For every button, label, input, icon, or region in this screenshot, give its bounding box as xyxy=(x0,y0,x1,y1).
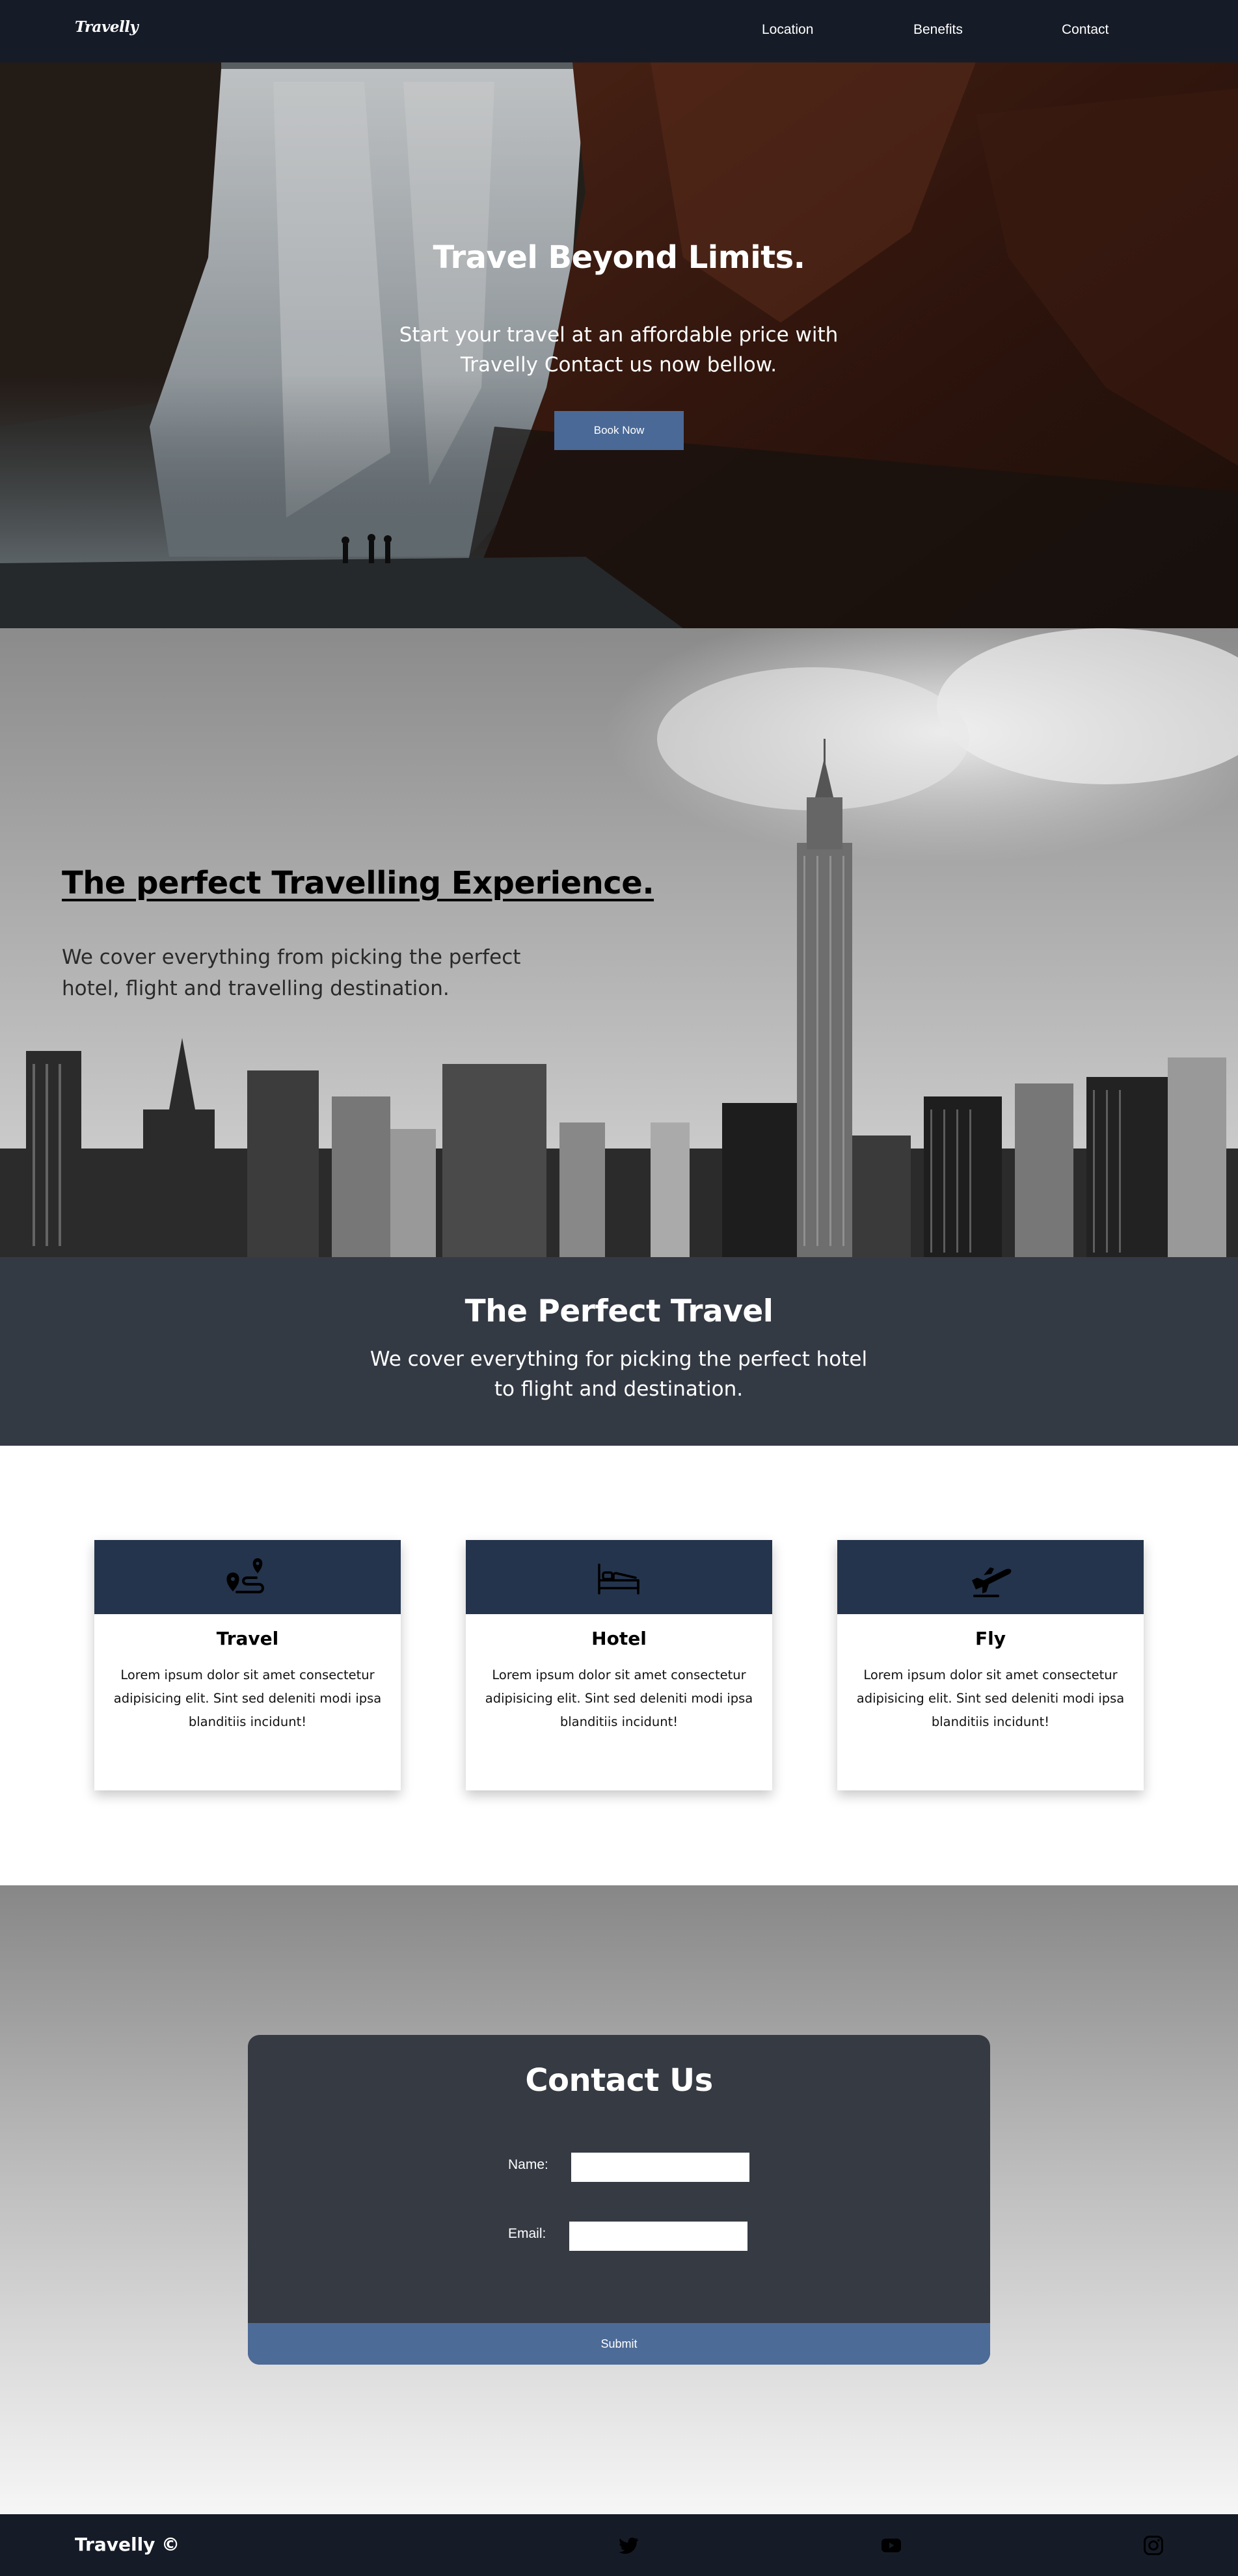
band-title: The Perfect Travel xyxy=(464,1294,774,1329)
hero-section: Travel Beyond Limits. Start your travel … xyxy=(0,62,1238,628)
instagram-icon[interactable] xyxy=(1142,2534,1165,2557)
card-header xyxy=(466,1540,772,1614)
experience-text: We cover everything from picking the per… xyxy=(62,946,521,1000)
card-title: Hotel xyxy=(591,1628,647,1649)
feature-card-travel: Travel Lorem ipsum dolor sit amet consec… xyxy=(94,1540,401,1790)
contact-section: Contact Us Name: Email: Submit xyxy=(0,1885,1238,2514)
feature-card-hotel: Hotel Lorem ipsum dolor sit amet consect… xyxy=(466,1540,772,1790)
feature-card-fly: Fly Lorem ipsum dolor sit amet consectet… xyxy=(837,1540,1144,1790)
experience-title: The perfect Travelling Experience. xyxy=(62,865,654,901)
contact-form: Contact Us Name: Email: Submit xyxy=(248,2035,990,2365)
logo[interactable]: Travelly xyxy=(75,18,139,36)
nav-link-location[interactable]: Location xyxy=(762,22,813,38)
nav-link-benefits[interactable]: Benefits xyxy=(913,22,963,38)
card-header xyxy=(94,1540,401,1614)
card-text: Lorem ipsum dolor sit amet consectetur a… xyxy=(113,1667,382,1729)
name-label: Name: xyxy=(508,2157,548,2172)
experience-section: The perfect Travelling Experience. We co… xyxy=(0,628,1238,1257)
map-route-icon xyxy=(226,1558,264,1593)
top-nav: Travelly Location Benefits Contact xyxy=(0,0,1238,62)
bed-icon xyxy=(598,1563,639,1595)
book-now-button[interactable]: Book Now xyxy=(554,411,684,450)
band-text: We cover everything for picking the perf… xyxy=(370,1348,868,1401)
name-input[interactable] xyxy=(571,2153,749,2182)
submit-button[interactable]: Submit xyxy=(248,2323,990,2365)
hero-subtitle: Start your travel at an affordable price… xyxy=(399,323,839,377)
airplane-icon xyxy=(972,1567,1012,1597)
card-header xyxy=(837,1540,1144,1614)
features-section: Travel Lorem ipsum dolor sit amet consec… xyxy=(0,1446,1238,1885)
email-label: Email: xyxy=(508,2226,546,2241)
card-text: Lorem ipsum dolor sit amet consectetur a… xyxy=(485,1667,753,1729)
youtube-icon[interactable] xyxy=(880,2534,903,2557)
contact-title: Contact Us xyxy=(525,2062,713,2099)
footer: Travelly © xyxy=(0,2514,1238,2576)
hero-title: Travel Beyond Limits. xyxy=(433,239,805,276)
footer-brand: Travelly © xyxy=(75,2534,180,2555)
card-text: Lorem ipsum dolor sit amet consectetur a… xyxy=(856,1667,1125,1729)
perfect-travel-band: The Perfect Travel We cover everything f… xyxy=(0,1257,1238,1446)
card-title: Fly xyxy=(975,1628,1006,1649)
card-title: Travel xyxy=(216,1628,279,1649)
nav-link-contact[interactable]: Contact xyxy=(1062,22,1109,38)
twitter-icon[interactable] xyxy=(617,2534,640,2557)
email-input[interactable] xyxy=(569,2222,747,2251)
